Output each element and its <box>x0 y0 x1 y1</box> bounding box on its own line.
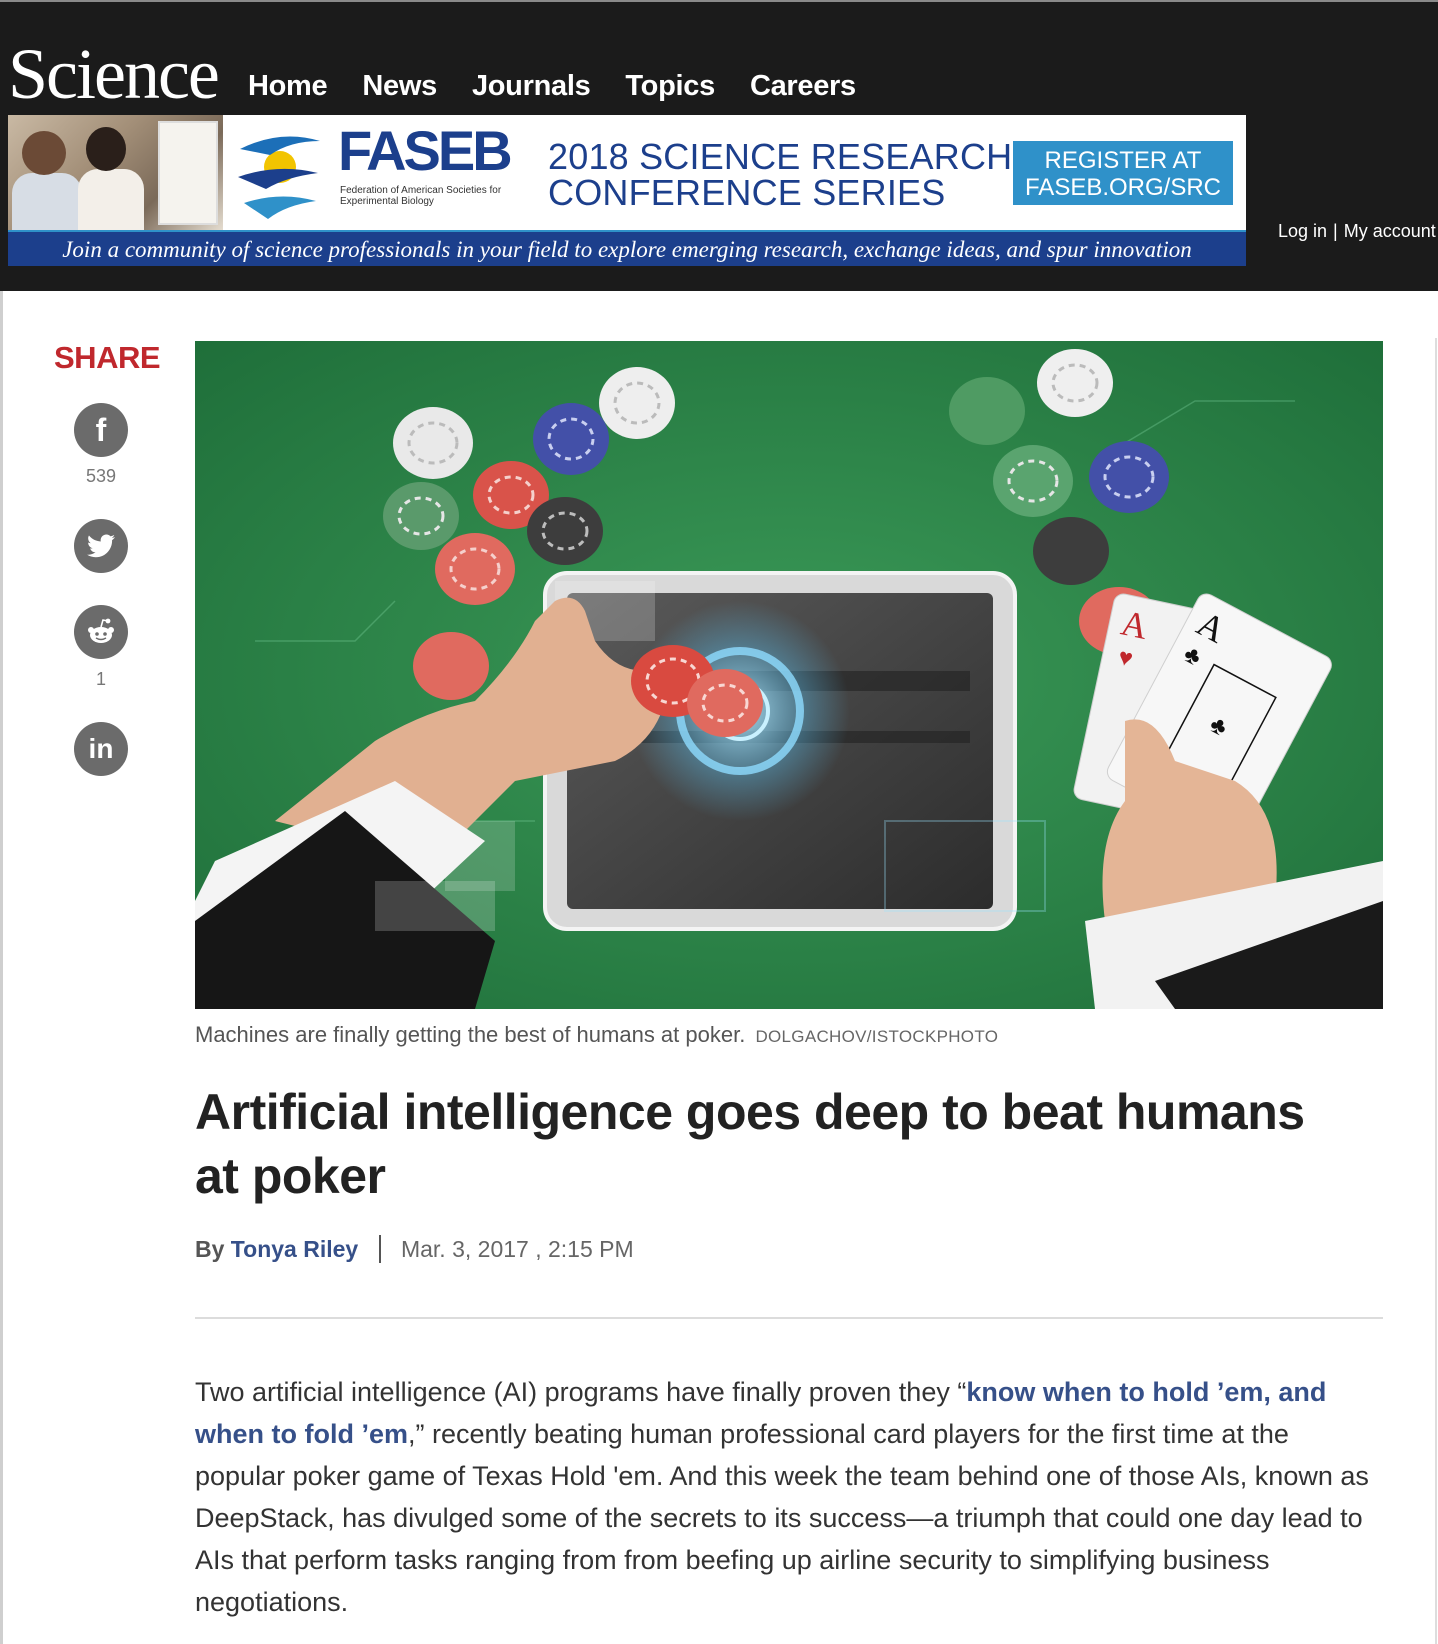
poker-tablet-illustration: A ♥ A ♣ ♣ <box>195 341 1383 1009</box>
faseb-swoosh-icon <box>238 136 320 219</box>
main-nav: Home News Journals Topics Careers <box>248 70 856 103</box>
reddit-share-count: 1 <box>95 669 106 689</box>
facebook-share-button[interactable]: f <box>74 403 128 457</box>
byline-divider <box>378 1235 381 1263</box>
register-line1: REGISTER AT <box>1044 147 1202 174</box>
facebook-icon: f <box>95 411 107 448</box>
page-left-border <box>0 291 3 1644</box>
author-link[interactable]: Tonya Riley <box>231 1236 358 1262</box>
reddit-share-button[interactable] <box>74 605 128 659</box>
body-intro: Two artificial intelligence (AI) program… <box>195 1377 967 1407</box>
nav-topics[interactable]: Topics <box>625 70 715 103</box>
ad-conference-line2: CONFERENCE SERIES <box>548 172 946 213</box>
account-separator: | <box>1333 221 1338 241</box>
ad-register-button[interactable]: REGISTER AT FASEB.ORG/SRC <box>1013 141 1233 205</box>
article-byline: By Tonya Riley Mar. 3, 2017 , 2:15 PM <box>195 1235 634 1263</box>
nav-home[interactable]: Home <box>248 70 328 103</box>
caption-text: Machines are finally getting the best of… <box>195 1022 746 1047</box>
login-link[interactable]: Log in <box>1278 221 1327 241</box>
my-account-link[interactable]: My account <box>1344 221 1436 241</box>
linkedin-icon: in <box>88 733 114 764</box>
ad-tagline: Join a community of science professional… <box>8 230 1246 266</box>
twitter-share-button[interactable] <box>74 519 128 573</box>
faseb-wordmark: FASEB <box>338 119 513 182</box>
faseb-ad-banner[interactable]: FASEB Federation of American Societies f… <box>8 115 1246 266</box>
caption-credit: DOLGACHOV/ISTOCKPHOTO <box>755 1027 999 1046</box>
page-right-border <box>1435 338 1437 1644</box>
account-links: Log in | My account <box>1278 221 1436 242</box>
site-header: Science Home News Journals Topics Career… <box>0 0 1438 291</box>
register-line2: FASEB.ORG/SRC <box>1024 174 1222 201</box>
linkedin-share-button[interactable]: in <box>74 722 128 776</box>
byline-by: By <box>195 1236 225 1262</box>
article-divider <box>195 1317 1383 1319</box>
ad-conference-title: 2018 SCIENCE RESEARCH CONFERENCE SERIES <box>548 139 1012 211</box>
science-logo[interactable]: Science <box>8 38 220 110</box>
nav-news[interactable]: News <box>362 70 437 103</box>
article-headline: Artificial intelligence goes deep to bea… <box>195 1084 1305 1204</box>
article-body-paragraph: Two artificial intelligence (AI) program… <box>195 1371 1385 1623</box>
publish-date: Mar. 3, 2017 , 2:15 PM <box>400 1236 634 1262</box>
share-heading: SHARE <box>54 340 161 375</box>
twitter-icon <box>87 534 115 558</box>
nav-careers[interactable]: Careers <box>750 70 856 103</box>
facebook-share-count: 539 <box>85 466 117 486</box>
hero-image: A ♥ A ♣ ♣ <box>195 341 1383 1009</box>
faseb-fullname: Federation of American Societies for Exp… <box>340 185 502 207</box>
nav-journals[interactable]: Journals <box>472 70 591 103</box>
ad-conference-line1: 2018 SCIENCE RESEARCH <box>548 136 1013 177</box>
reddit-icon <box>88 618 114 643</box>
ad-photo <box>8 115 223 230</box>
image-caption: Machines are finally getting the best of… <box>195 1022 998 1048</box>
